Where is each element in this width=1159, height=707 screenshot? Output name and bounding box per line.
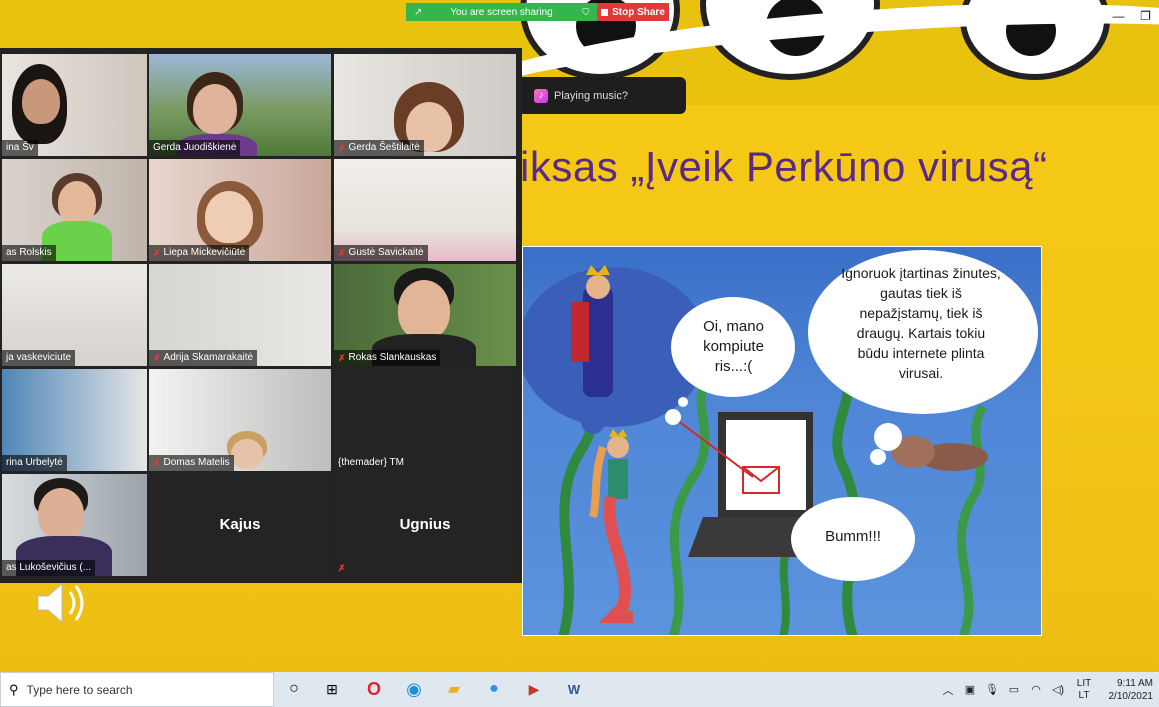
stop-icon	[601, 8, 609, 16]
participant-name: Kajus	[219, 516, 261, 533]
music-note-icon: ♪	[534, 88, 548, 103]
mic-muted-icon: ✗	[338, 143, 346, 153]
participant-name: ✗ Gustė Savickaitė	[334, 245, 428, 261]
clock-date: 2/10/2021	[1108, 690, 1154, 702]
participant-tile[interactable]: ✗ Domas Matelis	[149, 369, 331, 471]
task-view-icon[interactable]: ○	[284, 679, 304, 699]
participant-tile[interactable]: ✗ Rokas Slankauskas	[334, 264, 516, 366]
chevron-up-icon[interactable]: ︿	[937, 682, 959, 698]
participant-tile[interactable]: ✗ Gerda Šeštilaitė	[334, 54, 516, 156]
comic-illustration: Oi, mano kompiute ris...:( Ignoruok įtar…	[522, 246, 1042, 636]
taskbar-clock[interactable]: 9:11 AM 2/10/2021	[1099, 677, 1159, 703]
participant-tile[interactable]: ✗ Liepa Mickevičiūtė	[149, 159, 331, 261]
participant-tile-active-speaker[interactable]: rina Urbelytė	[2, 369, 147, 471]
participant-tile[interactable]: ✗ Gustė Savickaitė	[334, 159, 516, 261]
meet-now-icon[interactable]: ▣	[959, 683, 981, 696]
keyboard-layout: LT	[1078, 689, 1090, 701]
participant-name: Ugnius	[399, 516, 451, 533]
zoom-icon[interactable]: ●	[484, 679, 504, 699]
participant-name: ✗ Gerda Šeštilaitė	[334, 140, 424, 156]
mic-muted-icon: ✗	[153, 248, 161, 258]
participant-name: as Rolskis	[2, 245, 56, 261]
restore-icon[interactable]: ❐	[1132, 6, 1159, 26]
mic-muted-indicator: ✗	[334, 560, 350, 576]
participant-tile[interactable]: Kajus	[149, 474, 331, 576]
share-arrow-icon: ↗	[414, 6, 423, 18]
participant-name: ✗ Domas Matelis	[149, 455, 234, 471]
microphone-icon[interactable]: 🎙	[981, 683, 1003, 696]
timeline-icon[interactable]: ⊞	[322, 679, 342, 699]
participant-name: ✗ Adrija Skamarakaitė	[149, 350, 258, 366]
participant-tile[interactable]: as Lukoševičius (...	[2, 474, 147, 576]
comic-bubble-bottom: Bumm!!!	[825, 528, 881, 545]
participant-tile[interactable]: as Rolskis	[2, 159, 147, 261]
word-icon[interactable]: W	[564, 679, 584, 699]
window-controls: — ❐	[1105, 6, 1159, 26]
mic-muted-icon: ✗	[338, 353, 346, 363]
comic-bubble-small: Oi, mano kompiute ris...:(	[703, 318, 764, 375]
participant-name: ina Šv	[2, 140, 38, 156]
participant-name: ✗ Rokas Slankauskas	[334, 350, 441, 366]
stop-share-label: Stop Share	[612, 6, 665, 18]
system-tray: ︿ ▣ 🎙 ▭ ◠ ◁) LIT LT 9:11 AM 2/10/2021	[937, 672, 1159, 707]
mic-muted-icon: ✗	[338, 563, 346, 573]
powerpoint-icon[interactable]: ▶	[524, 679, 544, 699]
screen-sharing-status[interactable]: ↗ You are screen sharing ⛉	[406, 3, 597, 21]
video-gallery: ina Šv Gerda Juodiškienė ✗ Gerda Šeštilai…	[0, 48, 522, 583]
language-code: LIT	[1076, 677, 1092, 689]
screen-share-bar: ↗ You are screen sharing ⛉ Stop Share	[406, 3, 669, 21]
shield-icon: ⛉	[582, 6, 589, 17]
speaker-icon[interactable]	[34, 580, 94, 626]
participant-name: Gerda Juodiškienė	[149, 140, 241, 156]
clock-time: 9:11 AM	[1117, 677, 1153, 689]
mic-muted-icon: ✗	[153, 353, 161, 363]
volume-icon[interactable]: ◁)	[1047, 683, 1069, 696]
participant-name: rina Urbelytė	[2, 455, 67, 471]
screen-sharing-label: You are screen sharing	[450, 6, 553, 18]
participant-tile[interactable]: {themader} TM	[334, 369, 516, 471]
participant-name: ja vaskeviciute	[2, 350, 76, 366]
participant-tile[interactable]: Ugnius ✗	[334, 474, 516, 576]
participant-name: {themader} TM	[338, 457, 404, 468]
participant-name: as Lukoševičius (...	[2, 560, 96, 576]
opera-icon[interactable]: O	[364, 679, 384, 699]
wifi-icon[interactable]: ◠	[1025, 683, 1047, 696]
participant-tile[interactable]: ✗ Adrija Skamarakaitė	[149, 264, 331, 366]
participant-name: ✗ Liepa Mickevičiūtė	[149, 245, 250, 261]
stop-share-button[interactable]: Stop Share	[597, 3, 669, 21]
slide-title: iksas „Įveik Perkūno virusą“	[520, 143, 1048, 190]
edge-icon[interactable]: ◉	[404, 679, 424, 699]
file-explorer-icon[interactable]: ▰	[444, 679, 464, 699]
battery-icon[interactable]: ▭	[1003, 683, 1025, 696]
participant-tile[interactable]: Gerda Juodiškienė	[149, 54, 331, 156]
participant-tile[interactable]: ja vaskeviciute	[2, 264, 147, 366]
comic-bubble-large: Ignoruok įtartinas žinutes, gautas tiek …	[841, 265, 1001, 381]
search-placeholder: Type here to search	[26, 682, 133, 697]
minimize-icon[interactable]: —	[1105, 6, 1132, 26]
input-language[interactable]: LIT LT	[1069, 678, 1099, 702]
toast-label: Playing music?	[554, 89, 628, 102]
participant-tile[interactable]: ina Šv	[2, 54, 147, 156]
mic-muted-icon: ✗	[153, 458, 161, 468]
windows-taskbar: ⚲ Type here to search ○ ⊞ O ◉ ▰ ● ▶ W ︿ …	[0, 672, 1159, 707]
taskbar-search-box[interactable]: ⚲ Type here to search	[0, 672, 274, 707]
mic-muted-icon: ✗	[338, 248, 346, 258]
search-icon: ⚲	[9, 681, 19, 697]
